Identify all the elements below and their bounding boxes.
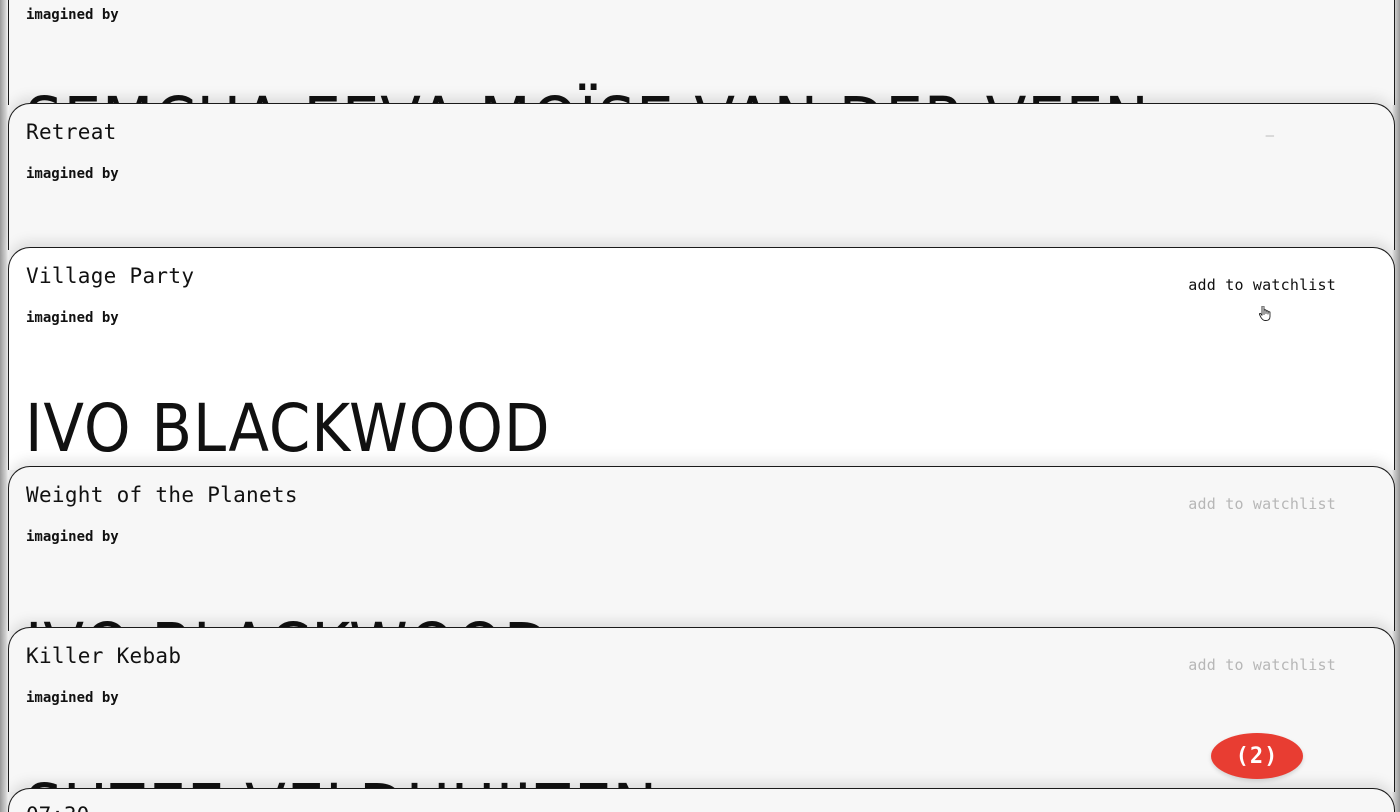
film-title: Killer Kebab bbox=[26, 644, 182, 668]
film-card[interactable]: 07:30 bbox=[8, 788, 1395, 812]
film-card[interactable]: imagined by SEMCHA EEVA MOÏSE VAN DER VE… bbox=[8, 0, 1395, 105]
imagined-by-label: imagined by bbox=[26, 7, 119, 23]
film-title: Weight of the Planets bbox=[26, 483, 298, 507]
film-card[interactable]: Retreat imagined by – bbox=[8, 103, 1395, 250]
film-card[interactable]: Weight of the Planets imagined by IVO BL… bbox=[8, 466, 1395, 631]
film-time: 07:30 bbox=[26, 803, 89, 812]
add-to-watchlist-button[interactable]: add to watchlist bbox=[1188, 656, 1336, 674]
watchlist-count-badge[interactable]: (2) bbox=[1211, 733, 1303, 779]
artist-name: IVO BLACKWOOD bbox=[25, 390, 551, 467]
imagined-by-label: imagined by bbox=[26, 690, 119, 706]
watchlist-loading-indicator: – bbox=[1265, 128, 1274, 144]
hand-pointer-icon bbox=[1259, 306, 1271, 321]
film-title: Village Party bbox=[26, 264, 195, 288]
add-to-watchlist-button[interactable]: add to watchlist bbox=[1188, 495, 1336, 513]
page-frame: imagined by SEMCHA EEVA MOÏSE VAN DER VE… bbox=[0, 0, 1400, 812]
add-to-watchlist-button[interactable]: add to watchlist bbox=[1188, 276, 1336, 294]
imagined-by-label: imagined by bbox=[26, 166, 119, 182]
film-card[interactable]: Killer Kebab imagined by SUZEE VELDHUIJZ… bbox=[8, 627, 1395, 792]
imagined-by-label: imagined by bbox=[26, 310, 119, 326]
artist-name: SEMCHA EEVA MOÏSE VAN DER VEEN bbox=[25, 83, 1150, 105]
imagined-by-label: imagined by bbox=[26, 529, 119, 545]
film-card-active[interactable]: Village Party imagined by IVO BLACKWOOD … bbox=[8, 247, 1395, 470]
film-title: Retreat bbox=[26, 120, 117, 144]
